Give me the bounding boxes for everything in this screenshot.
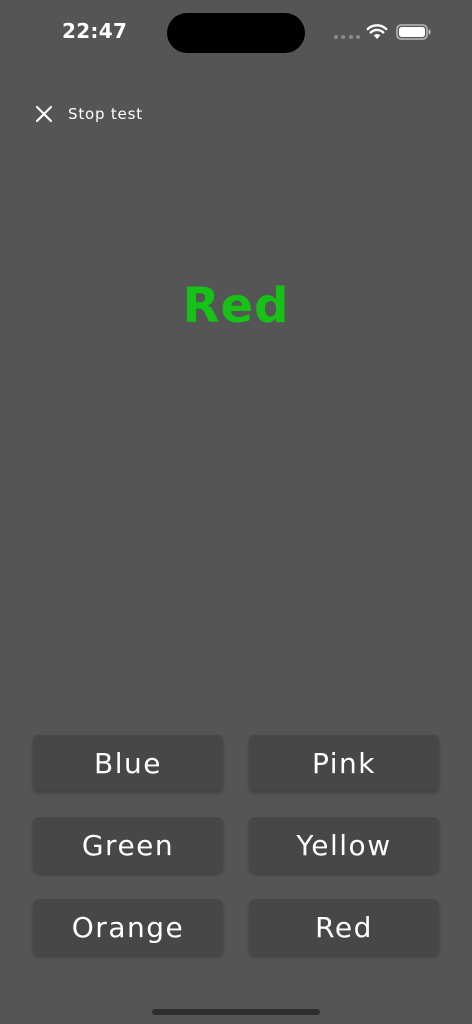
status-time: 22:47 xyxy=(62,19,128,43)
wifi-icon xyxy=(366,24,388,39)
prompt-color-word: Red xyxy=(182,278,290,334)
battery-icon xyxy=(396,24,431,40)
status-bar: 22:47 xyxy=(0,0,472,60)
answer-button-red[interactable]: Red xyxy=(249,899,439,955)
dynamic-island xyxy=(167,13,305,53)
answer-button-blue[interactable]: Blue xyxy=(33,735,223,791)
answer-button-green[interactable]: Green xyxy=(33,817,223,873)
close-icon xyxy=(35,105,53,123)
home-indicator[interactable] xyxy=(152,1009,320,1015)
answer-button-pink[interactable]: Pink xyxy=(249,735,439,791)
cellular-signal-icon xyxy=(334,35,360,39)
answer-button-orange[interactable]: Orange xyxy=(33,899,223,955)
answer-grid: Blue Pink Green Yellow Orange Red xyxy=(33,735,439,955)
stop-test-label: Stop test xyxy=(68,105,143,123)
answer-button-yellow[interactable]: Yellow xyxy=(249,817,439,873)
stop-test-button[interactable]: Stop test xyxy=(34,102,143,126)
